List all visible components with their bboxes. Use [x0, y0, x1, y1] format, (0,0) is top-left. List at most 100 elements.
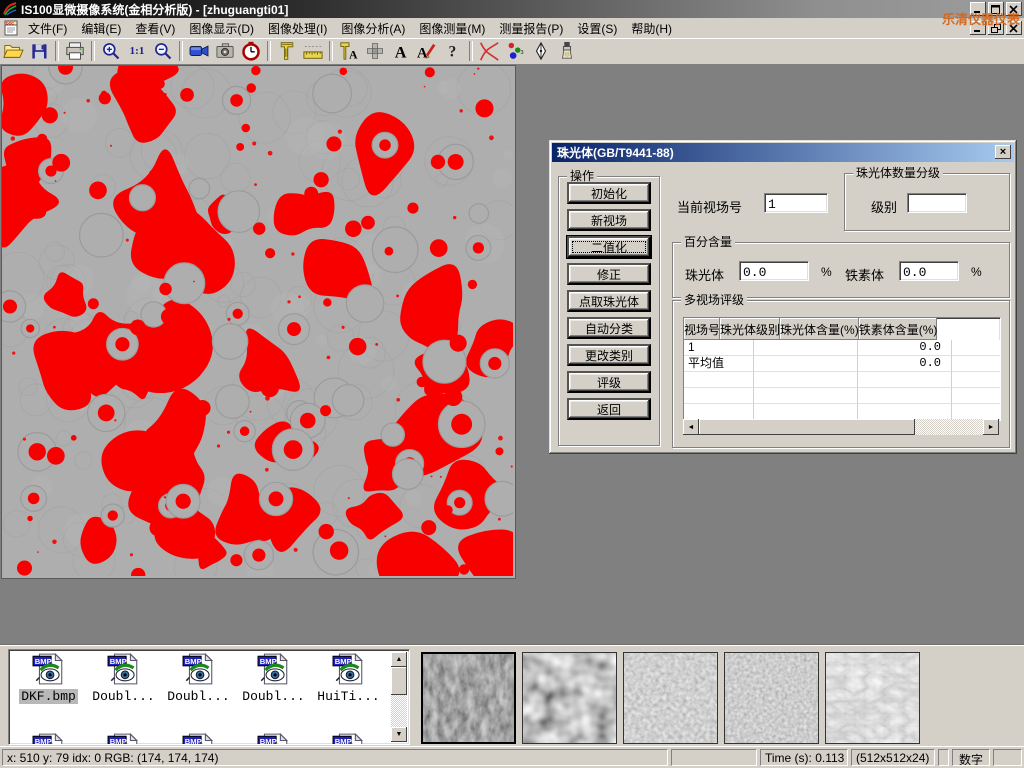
file-item[interactable]: BMP Doubl...: [236, 652, 311, 704]
snapshot-icon[interactable]: [212, 39, 238, 63]
thumbnail-sample-4[interactable]: [724, 652, 819, 744]
ruler-icon[interactable]: [300, 39, 326, 63]
file-item-clipped[interactable]: BMP: [236, 732, 311, 745]
file-item[interactable]: BMP Doubl...: [86, 652, 161, 704]
toolbar-separator: [469, 41, 473, 61]
file-item[interactable]: BMP DKF.bmp: [11, 652, 86, 704]
svg-text:A: A: [349, 47, 358, 61]
menu-item[interactable]: 图像分析(A): [334, 18, 412, 39]
bmp-file-icon: BMP: [332, 652, 366, 686]
zoom-in-icon[interactable]: [98, 39, 124, 63]
rating-table-row[interactable]: [684, 372, 1000, 388]
operation-button[interactable]: 修正: [567, 263, 651, 285]
grade-input[interactable]: [907, 193, 967, 213]
rating-column-header[interactable]: 珠光体含量(%): [780, 318, 859, 340]
mdi-close-button[interactable]: [1006, 21, 1022, 35]
scroll-left-arrow[interactable]: ◄: [683, 419, 699, 435]
curve-measure-icon[interactable]: [476, 39, 502, 63]
annotate-icon[interactable]: A: [414, 39, 440, 63]
dialog-close-button[interactable]: ×: [995, 145, 1011, 159]
caliper-icon[interactable]: [274, 39, 300, 63]
maximize-button[interactable]: [988, 2, 1004, 16]
menu-item[interactable]: 图像显示(D): [182, 18, 261, 39]
pearlite-percent-input[interactable]: [739, 261, 809, 281]
rating-table-body: 10.0平均值0.0: [684, 340, 1000, 420]
menu-item[interactable]: 编辑(E): [74, 18, 128, 39]
grid-icon[interactable]: [362, 39, 388, 63]
mdi-minimize-button[interactable]: [970, 21, 986, 35]
save-icon[interactable]: [26, 39, 52, 63]
thumbnail-sample-1[interactable]: [421, 652, 516, 744]
scroll-down-arrow[interactable]: ▼: [391, 727, 407, 742]
operation-button[interactable]: 自动分类: [567, 317, 651, 339]
text-icon[interactable]: A: [388, 39, 414, 63]
menu-item[interactable]: 文件(F): [21, 18, 74, 39]
file-item-clipped[interactable]: BMP: [161, 732, 236, 745]
menu-item[interactable]: 测量报告(P): [492, 18, 570, 39]
current-field-input[interactable]: [764, 193, 828, 213]
file-item-clipped[interactable]: BMP: [11, 732, 86, 745]
bmp-file-icon: BMP: [257, 732, 291, 745]
open-file-icon[interactable]: [0, 39, 26, 63]
operation-button[interactable]: 点取珠光体: [567, 290, 651, 312]
scroll-up-arrow[interactable]: ▲: [391, 652, 407, 667]
rating-table-hscrollbar[interactable]: ◄ ►: [683, 419, 999, 435]
minimize-button[interactable]: [970, 2, 986, 16]
dialog-title-bar[interactable]: 珠光体(GB/T9441-88): [552, 143, 1014, 162]
menu-item[interactable]: 图像测量(M): [412, 18, 492, 39]
close-button[interactable]: [1006, 2, 1022, 16]
actual-size-icon[interactable]: 1:1: [124, 39, 150, 63]
measure-text-icon[interactable]: A: [336, 39, 362, 63]
thumbnail-sample-2[interactable]: [522, 652, 617, 744]
rating-table-row[interactable]: 平均值0.0: [684, 356, 1000, 372]
grade-group-label: 珠光体数量分级: [853, 166, 943, 180]
ferrite-percent-input[interactable]: [899, 261, 959, 281]
operation-button[interactable]: 返回: [567, 398, 651, 420]
operation-button[interactable]: 初始化: [567, 182, 651, 204]
rating-group: 多视场评级 视场号珠光体级别珠光体含量(%)铁素体含量(%) 10.0平均值0.…: [672, 300, 1010, 448]
operation-button[interactable]: 评级: [567, 371, 651, 393]
thumbnail-sample-5[interactable]: [825, 652, 920, 744]
operation-button[interactable]: 二值化: [567, 236, 651, 258]
svg-text:A: A: [417, 45, 428, 61]
zoom-out-icon[interactable]: [150, 39, 176, 63]
rating-table-row[interactable]: [684, 404, 1000, 420]
menu-item[interactable]: 设置(S): [570, 18, 624, 39]
video-capture-icon[interactable]: [186, 39, 212, 63]
file-list[interactable]: BMP DKF.bmp BMP Doubl...: [8, 649, 410, 745]
operation-button[interactable]: 更改类别: [567, 344, 651, 366]
print-icon[interactable]: [62, 39, 88, 63]
rating-table-row[interactable]: [684, 388, 1000, 404]
rating-table-row[interactable]: 10.0: [684, 340, 1000, 356]
menu-item[interactable]: 帮助(H): [624, 18, 679, 39]
file-item[interactable]: BMP HuiTi...: [311, 652, 386, 704]
scroll-right-arrow[interactable]: ►: [983, 419, 999, 435]
document-icon: DOC: [3, 20, 21, 36]
bmp-file-icon: BMP: [182, 652, 216, 686]
menu-item[interactable]: 查看(V): [128, 18, 182, 39]
toolbar-separator: [179, 41, 183, 61]
file-list-scrollbar[interactable]: ▲ ▼: [391, 652, 407, 742]
thumbnail-sample-3[interactable]: [623, 652, 718, 744]
file-row: BMP DKF.bmp BMP Doubl...: [11, 652, 386, 704]
application-window: IS100显微摄像系统(金相分析版) - [zhuguangti01] 乐清仪器…: [0, 0, 1024, 768]
pearlite-dialog: 珠光体(GB/T9441-88) × 操作 初始化新视场二值化修正点取珠光体自动…: [549, 140, 1017, 454]
help-icon[interactable]: ?: [440, 39, 466, 63]
metallograph-image[interactable]: [1, 65, 516, 579]
operation-button[interactable]: 新视场: [567, 209, 651, 231]
vscroll-thumb[interactable]: [391, 667, 407, 695]
file-item-clipped[interactable]: BMP: [311, 732, 386, 745]
file-item-clipped[interactable]: BMP: [86, 732, 161, 745]
rating-column-header[interactable]: 珠光体级别: [720, 318, 780, 340]
hscroll-thumb[interactable]: [699, 419, 915, 435]
rating-column-header[interactable]: 视场号: [684, 318, 720, 340]
file-item[interactable]: BMP Doubl...: [161, 652, 236, 704]
pen-icon[interactable]: [528, 39, 554, 63]
menu-item[interactable]: 图像处理(I): [261, 18, 334, 39]
mdi-restore-button[interactable]: [988, 21, 1004, 35]
rating-column-header[interactable]: 铁素体含量(%): [859, 318, 938, 340]
brush-icon[interactable]: [554, 39, 580, 63]
phase-points-icon[interactable]: 3: [502, 39, 528, 63]
rating-table[interactable]: 视场号珠光体级别珠光体含量(%)铁素体含量(%) 10.0平均值0.0: [683, 317, 1001, 421]
timer-icon[interactable]: [238, 39, 264, 63]
